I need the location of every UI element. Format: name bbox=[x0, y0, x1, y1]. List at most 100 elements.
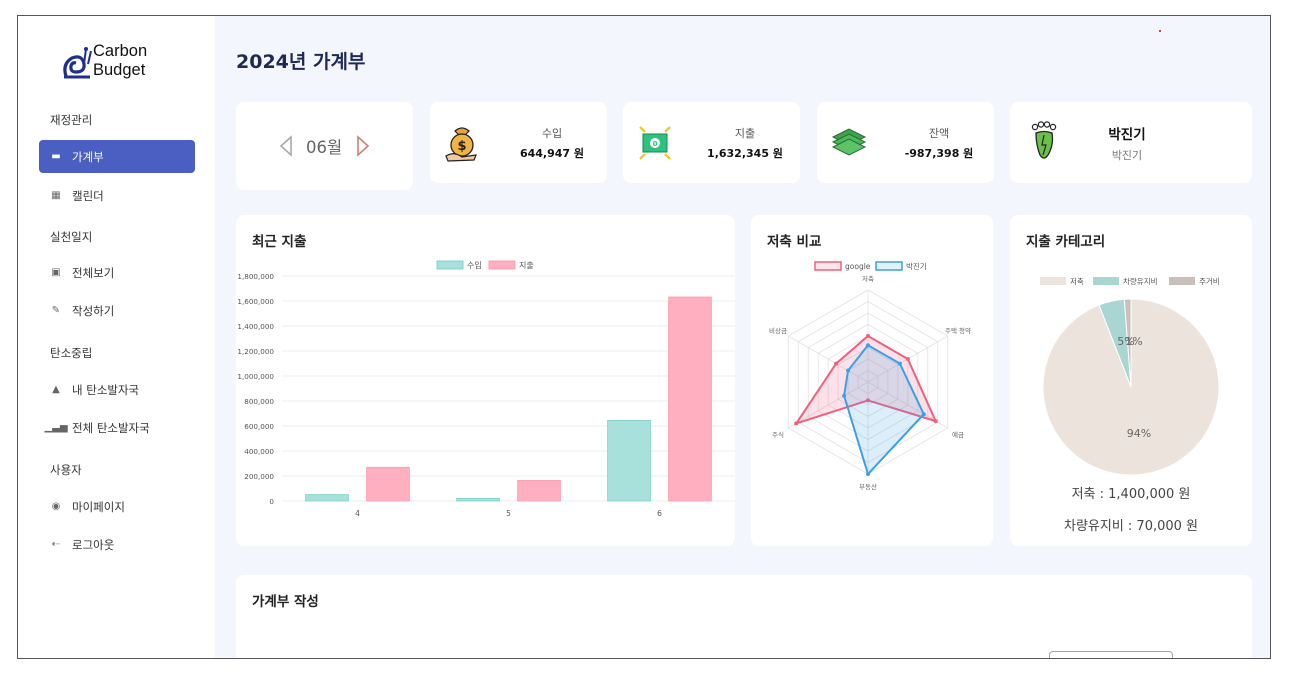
y-tick-label: 600,000 bbox=[244, 422, 274, 431]
svg-text:$: $ bbox=[457, 139, 466, 154]
sidebar-item-view-all[interactable]: ▣ 전체보기 bbox=[39, 256, 195, 289]
y-tick-label: 400,000 bbox=[244, 447, 274, 456]
income-label: 수입 bbox=[541, 127, 563, 140]
x-tick-label: 5 bbox=[506, 509, 511, 518]
bar-chart-icon: ▁▃▅ bbox=[44, 422, 68, 433]
budget-form-title: 가계부 작성 bbox=[252, 594, 319, 610]
logo[interactable]: Carbon Budget bbox=[62, 42, 172, 86]
radar-point bbox=[866, 334, 870, 338]
y-tick-label: 1,600,000 bbox=[237, 297, 274, 306]
expense-value: 1,632,345 원 bbox=[707, 147, 783, 160]
y-tick-label: 200,000 bbox=[244, 472, 274, 481]
balance-card: 잔액 -987,398 원 bbox=[817, 102, 994, 183]
radar-chart: google 박진기저축주택 청약예금부동산 주식 비상금 bbox=[769, 261, 971, 491]
sidebar-item-calendar[interactable]: ▦ 캘린더 bbox=[39, 179, 195, 212]
sidebar-item-label: 전체 탄소발자국 bbox=[72, 420, 150, 435]
user-sub: 박진기 bbox=[1111, 149, 1143, 162]
sidebar-item-label: 작성하기 bbox=[72, 303, 115, 318]
radar-point bbox=[834, 361, 839, 366]
pencil-icon: ✎ bbox=[51, 305, 61, 316]
sidebar-item-label: 캘린더 bbox=[72, 188, 104, 203]
tree-icon: ▲ bbox=[52, 384, 60, 395]
legend-label: google bbox=[845, 262, 871, 271]
expense-label: 지출 bbox=[734, 127, 756, 140]
x-tick-label: 6 bbox=[657, 509, 662, 518]
user-icon: ◉ bbox=[51, 501, 61, 512]
app-window: Carbon Budget 재정관리 ▬ 가계부 ▦ 캘린더 실천일지 ▣ 전체… bbox=[17, 15, 1271, 659]
budget-form-card: 가계부 작성 bbox=[236, 575, 1252, 658]
radar-axis-label: 예금 bbox=[952, 430, 964, 439]
sidebar-item-label: 마이페이지 bbox=[72, 499, 125, 514]
sidebar-item-label: 전체보기 bbox=[72, 265, 115, 280]
bar bbox=[607, 420, 651, 502]
main-content: 2024년 가계부 06월 $ 수입 644,947 원 0 지출 1,632,… bbox=[215, 16, 1270, 658]
legend-label: 지출 bbox=[519, 260, 534, 270]
legend-label: 차량유지비 bbox=[1123, 277, 1158, 286]
legend-label: 주거비 bbox=[1199, 277, 1220, 286]
legend-label: 수입 bbox=[467, 261, 482, 270]
expense-card: 0 지출 1,632,345 원 bbox=[623, 102, 800, 183]
radar-point bbox=[933, 419, 938, 424]
svg-text:0: 0 bbox=[653, 140, 658, 148]
sidebar-item-label: 내 탄소발자국 bbox=[72, 382, 140, 397]
legend-swatch bbox=[436, 260, 464, 270]
y-tick-label: 800,000 bbox=[244, 397, 274, 406]
income-value: 644,947 원 bbox=[519, 147, 585, 160]
logo-text: Carbon Budget bbox=[93, 42, 148, 79]
radar-point bbox=[794, 421, 799, 426]
legend-swatch bbox=[814, 261, 842, 271]
y-tick-label: 1,200,000 bbox=[237, 347, 274, 356]
radar-point bbox=[897, 361, 902, 366]
sidebar-item-all-footprint[interactable]: ▁▃▅ 전체 탄소발자국 bbox=[39, 411, 195, 444]
sidebar-item-label: 가계부 bbox=[72, 149, 104, 164]
y-tick-label: 1,400,000 bbox=[237, 322, 274, 331]
radar-point bbox=[866, 343, 870, 348]
bar bbox=[668, 296, 712, 502]
income-card: $ 수입 644,947 원 bbox=[430, 102, 607, 183]
legend-label: 박진기 bbox=[906, 261, 927, 271]
balance-label: 잔액 bbox=[928, 127, 950, 140]
form-field[interactable] bbox=[1049, 651, 1173, 658]
x-tick-label: 4 bbox=[355, 509, 360, 518]
month-selector: 06월 bbox=[236, 102, 413, 190]
sidebar-item-write[interactable]: ✎ 작성하기 bbox=[39, 294, 195, 327]
category-card: 지출 카테고리 저축 차량유지비 주거비 94% 5% 1% 저축 : 1,400,000… bbox=[1010, 215, 1252, 546]
pie-slice-label: 1% bbox=[1125, 335, 1142, 348]
snail-logo-icon bbox=[63, 47, 92, 79]
bar-chart: 수입 지출 1,800,000 1,600,000 1,400,000 1,200,000… bbox=[237, 260, 735, 518]
legend-swatch bbox=[1169, 277, 1195, 285]
radar-point bbox=[846, 368, 851, 373]
next-month-icon[interactable] bbox=[355, 135, 371, 157]
balance-value: -987,398 원 bbox=[904, 147, 974, 160]
money-stack-icon bbox=[831, 128, 867, 156]
y-tick-label: 1,800,000 bbox=[237, 272, 274, 281]
legend-swatch bbox=[1093, 277, 1119, 285]
sidebar-item-budget[interactable]: ▬ 가계부 bbox=[39, 140, 195, 173]
sidebar-item-my-footprint[interactable]: ▲ 내 탄소발자국 bbox=[39, 373, 195, 406]
radar-point bbox=[921, 412, 926, 417]
month-label: 06월 bbox=[306, 138, 343, 157]
legend-swatch bbox=[875, 261, 903, 271]
bar bbox=[366, 466, 410, 502]
section-user: 사용자 bbox=[50, 463, 82, 477]
radar-point bbox=[866, 472, 870, 476]
radar-axis-label: 저축 bbox=[862, 274, 874, 283]
radar-axis-label: 주식 bbox=[772, 430, 784, 439]
sidebar-item-mypage[interactable]: ◉ 마이페이지 bbox=[39, 490, 195, 523]
section-finance: 재정관리 bbox=[50, 113, 93, 127]
savings-compare-card: 저축 비교 google 박진기 저축 주택 청약 예금 부동산 주식 비상금 bbox=[751, 215, 993, 546]
category-summary-savings: 저축 : 1,400,000 원 bbox=[1071, 487, 1191, 502]
section-diary: 실천일지 bbox=[50, 230, 93, 244]
radar-axis-label: 주택 청약 bbox=[945, 326, 971, 335]
recent-spending-card: 최근 지출 수입 지출 1,800,000 1,600,000 1,400,000 1,2… bbox=[236, 215, 735, 546]
prev-month-icon[interactable] bbox=[278, 135, 294, 157]
wallet-icon: ▬ bbox=[51, 151, 61, 162]
legend-swatch bbox=[1040, 277, 1066, 285]
radar-series bbox=[843, 343, 925, 476]
pie-slice-label: 94% bbox=[1127, 427, 1151, 440]
sidebar-item-logout[interactable]: ⇠ 로그아웃 bbox=[39, 528, 195, 561]
calendar-icon: ▦ bbox=[51, 190, 61, 201]
bar bbox=[517, 480, 561, 502]
y-tick-label: 1,000,000 bbox=[237, 372, 274, 381]
category-summary-vehicle: 차량유지비 : 70,000 원 bbox=[1063, 519, 1199, 534]
